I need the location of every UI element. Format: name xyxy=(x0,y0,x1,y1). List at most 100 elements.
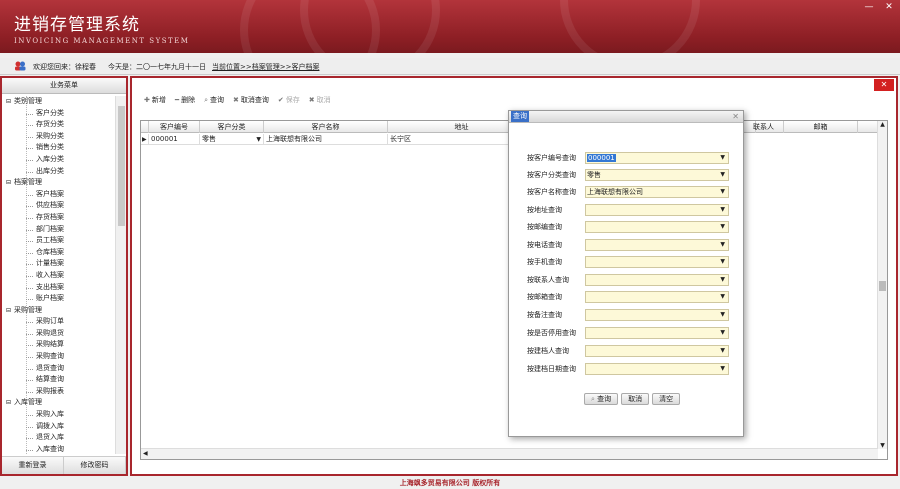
query-mobile-select[interactable]: ▼ xyxy=(585,256,729,268)
query-zip-select[interactable]: ▼ xyxy=(585,221,729,233)
query-created-date-select[interactable]: ▼ xyxy=(585,363,729,375)
tree-item[interactable]: 部门档案 xyxy=(2,224,115,236)
dialog-cancel-button[interactable]: 取消 xyxy=(621,393,650,405)
dropdown-arrow-icon[interactable]: ▼ xyxy=(720,275,725,285)
scroll-up-icon[interactable]: ▲ xyxy=(878,121,887,128)
dialog-close-button[interactable]: ✕ xyxy=(732,111,739,122)
cell-name[interactable]: 上海联想有限公司 xyxy=(264,134,388,145)
grid-vertical-scrollbar[interactable]: ▲ ▼ xyxy=(877,121,887,449)
tree-group-inbound[interactable]: ⊟ 入库管理 xyxy=(2,397,115,409)
tree-item[interactable]: 收入档案 xyxy=(2,270,115,282)
tree-item[interactable]: 出库分类 xyxy=(2,166,115,178)
cancel-query-button[interactable]: ✖ 取消查询 xyxy=(233,94,269,106)
tree-item[interactable]: 结算查询 xyxy=(2,374,115,386)
scroll-down-icon[interactable]: ▼ xyxy=(878,442,887,449)
collapse-icon[interactable]: ⊟ xyxy=(6,397,14,409)
cancel-button[interactable]: ✖ 取消 xyxy=(309,94,331,106)
query-button[interactable]: ⌕ 查询 xyxy=(204,94,224,106)
tree-item[interactable]: 采购入库 xyxy=(2,409,115,421)
tree-item[interactable]: 支出档案 xyxy=(2,282,115,294)
tree-item[interactable]: 采购报表 xyxy=(2,386,115,398)
query-dialog: 查询 ✕ 按客户编号查询 000001 ▼ 按客户分类查询 零售 ▼ 按客户名称查询 上海… xyxy=(508,110,744,437)
cell-category[interactable]: 零售 ▼ xyxy=(200,134,264,145)
cell-code[interactable]: 000001 xyxy=(149,134,200,145)
tree-item[interactable]: 采购结算 xyxy=(2,339,115,351)
grid-horizontal-scrollbar[interactable]: ◀ xyxy=(141,448,878,459)
dialog-clear-button[interactable]: 清空 xyxy=(652,393,681,405)
collapse-icon[interactable]: ⊟ xyxy=(6,177,14,189)
tree-item[interactable]: 存货分类 xyxy=(2,119,115,131)
dialog-query-button[interactable]: ⌕ 查询 xyxy=(584,393,619,405)
query-address-select[interactable]: ▼ xyxy=(585,204,729,216)
welcome-text: 欢迎您回来：徐程春 xyxy=(33,63,96,71)
tree-item[interactable]: 入库查询 xyxy=(2,444,115,454)
column-header[interactable]: 联系人 xyxy=(744,121,784,133)
scroll-thumb[interactable] xyxy=(879,281,886,291)
change-password-button[interactable]: 修改密码 xyxy=(64,457,126,474)
dialog-title-bar[interactable]: 查询 ✕ xyxy=(509,111,743,123)
tree-item[interactable]: 客户分类 xyxy=(2,108,115,120)
dropdown-arrow-icon[interactable]: ▼ xyxy=(720,187,725,197)
scroll-thumb[interactable] xyxy=(118,106,125,226)
tree-group-purchase[interactable]: ⊟ 采购管理 xyxy=(2,305,115,317)
tree-item[interactable]: 供应档案 xyxy=(2,200,115,212)
dropdown-arrow-icon[interactable]: ▼ xyxy=(720,153,725,163)
column-header[interactable]: 客户分类 xyxy=(200,121,264,133)
tree-item[interactable]: 采购分类 xyxy=(2,131,115,143)
tree-item[interactable]: 销售分类 xyxy=(2,142,115,154)
dropdown-arrow-icon[interactable]: ▼ xyxy=(720,364,725,374)
tree-item[interactable]: 账户档案 xyxy=(2,293,115,305)
relogin-button[interactable]: 重新登录 xyxy=(2,457,64,474)
tree-item[interactable]: 计量档案 xyxy=(2,258,115,270)
query-name-select[interactable]: 上海联想有限公司 ▼ xyxy=(585,186,729,198)
save-button[interactable]: ✔ 保存 xyxy=(278,94,300,106)
query-phone-select[interactable]: ▼ xyxy=(585,239,729,251)
collapse-icon[interactable]: ⊟ xyxy=(6,96,14,108)
close-tab-button[interactable]: ✕ xyxy=(874,79,894,91)
sidebar-scrollbar[interactable] xyxy=(115,96,126,454)
dropdown-arrow-icon[interactable]: ▼ xyxy=(720,346,725,356)
dropdown-arrow-icon[interactable]: ▼ xyxy=(720,222,725,232)
dropdown-arrow-icon[interactable]: ▼ xyxy=(720,310,725,320)
tree-item[interactable]: 存货档案 xyxy=(2,212,115,224)
add-icon: ✚ xyxy=(144,96,150,104)
tree-item[interactable]: 入库分类 xyxy=(2,154,115,166)
add-button[interactable]: ✚ 新增 xyxy=(144,94,166,106)
query-code-select[interactable]: 000001 ▼ xyxy=(585,152,729,164)
query-email-select[interactable]: ▼ xyxy=(585,291,729,303)
dropdown-arrow-icon[interactable]: ▼ xyxy=(720,257,725,267)
query-category-select[interactable]: 零售 ▼ xyxy=(585,169,729,181)
tree-item[interactable]: 调拨入库 xyxy=(2,421,115,433)
tree-item[interactable]: 客户档案 xyxy=(2,189,115,201)
query-disabled-select[interactable]: ▼ xyxy=(585,327,729,339)
tree-item[interactable]: 员工档案 xyxy=(2,235,115,247)
column-header[interactable]: 邮箱 xyxy=(784,121,858,133)
collapse-icon[interactable]: ⊟ xyxy=(6,305,14,317)
breadcrumb[interactable]: 当前位置>>档案管理>>客户档案 xyxy=(212,62,319,72)
dropdown-arrow-icon[interactable]: ▼ xyxy=(720,205,725,215)
delete-button[interactable]: ━ 删除 xyxy=(175,94,195,106)
dropdown-arrow-icon[interactable]: ▼ xyxy=(720,170,725,180)
dropdown-arrow-icon[interactable]: ▼ xyxy=(256,134,261,144)
tree-item[interactable]: 采购订单 xyxy=(2,316,115,328)
column-header[interactable]: 客户名称 xyxy=(264,121,388,133)
tree-item[interactable]: 仓库档案 xyxy=(2,247,115,259)
tree-group-category[interactable]: ⊟ 类别管理 xyxy=(2,96,115,108)
query-row: 按联系人查询 ▼ xyxy=(509,274,745,286)
tree-group-archive[interactable]: ⊟ 档案管理 xyxy=(2,177,115,189)
minimize-button[interactable]: — xyxy=(862,2,876,12)
column-header[interactable]: 客户编号 xyxy=(149,121,200,133)
query-contact-select[interactable]: ▼ xyxy=(585,274,729,286)
scroll-left-icon[interactable]: ◀ xyxy=(143,449,148,459)
dropdown-arrow-icon[interactable]: ▼ xyxy=(720,292,725,302)
dropdown-arrow-icon[interactable]: ▼ xyxy=(720,328,725,338)
tree-item[interactable]: 退货查询 xyxy=(2,363,115,375)
close-window-button[interactable]: ✕ xyxy=(882,2,896,12)
tree-item[interactable]: 退货入库 xyxy=(2,432,115,444)
tree-item[interactable]: 采购查询 xyxy=(2,351,115,363)
dropdown-arrow-icon[interactable]: ▼ xyxy=(720,240,725,250)
tree-item[interactable]: 采购退货 xyxy=(2,328,115,340)
title-decoration xyxy=(300,0,440,53)
query-creator-select[interactable]: ▼ xyxy=(585,345,729,357)
query-note-select[interactable]: ▼ xyxy=(585,309,729,321)
